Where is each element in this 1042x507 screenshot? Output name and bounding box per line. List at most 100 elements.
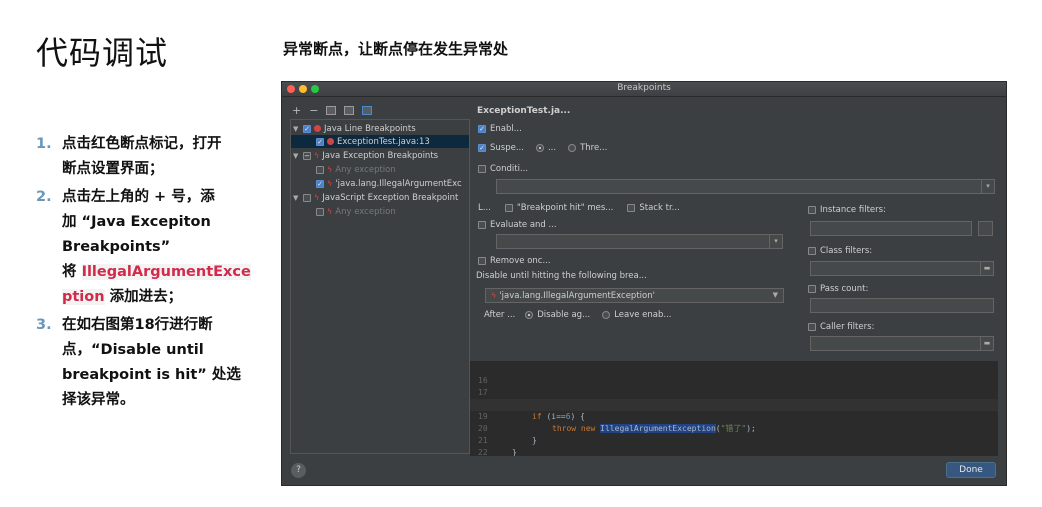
- leave-enabled-radio[interactable]: [602, 311, 611, 319]
- expand-arrow-icon[interactable]: ▼: [293, 125, 300, 133]
- suspend-checkbox[interactable]: ✓: [478, 144, 486, 152]
- option-label: ...: [547, 143, 557, 153]
- pass-count-checkbox[interactable]: [808, 285, 816, 293]
- step-number: 2.: [36, 189, 52, 205]
- tree-node-label: Any exception: [335, 164, 396, 175]
- line-number: 22: [478, 448, 488, 456]
- tree-node-illegal-argument[interactable]: ✓ ϟ 'java.lang.IllegalArgumentExc: [316, 177, 462, 190]
- evaluate-checkbox[interactable]: [478, 221, 486, 229]
- js-any-exception-checkbox[interactable]: [316, 207, 324, 216]
- folder-icon[interactable]: ▬: [980, 262, 993, 275]
- option-label: Evaluate and ...: [490, 220, 557, 230]
- java-exception-checkbox[interactable]: −: [303, 151, 311, 160]
- step-text: 点，“Disable until: [62, 342, 204, 358]
- code-line-current: 19 throw new IllegalArgumentException("错…: [470, 399, 998, 433]
- help-button[interactable]: ?: [291, 463, 306, 478]
- js-exception-checkbox[interactable]: [303, 193, 311, 202]
- caller-filters-option[interactable]: Caller filters:: [808, 322, 874, 332]
- step-text: 在如右图第18行进行断: [62, 317, 213, 333]
- tree-node-exception-test[interactable]: ✓ ExceptionTest.java:13: [291, 135, 469, 148]
- step-text: 加 “Java Excepiton: [62, 214, 211, 230]
- after-hit-option: After ... Disable ag... Leave enab...: [484, 310, 672, 320]
- suspend-thread-radio[interactable]: [568, 144, 577, 152]
- code-line: 18 if (i==6) {: [470, 387, 998, 421]
- class-filters-checkbox[interactable]: [808, 247, 816, 255]
- step-text-highlight-line: ption 添加进去；: [62, 285, 264, 310]
- disable-until-label: Disable until hitting the following brea…: [476, 271, 647, 281]
- select-value: 'java.lang.IllegalArgumentException': [499, 290, 655, 301]
- step-1: 1. 点击红色断点标记，打开 断点设置界面；: [36, 132, 264, 182]
- class-filters-option[interactable]: Class filters:: [808, 246, 872, 256]
- instance-filters-field[interactable]: [810, 221, 972, 236]
- suspend-option[interactable]: ✓ Suspe... ... Thre...: [478, 143, 607, 153]
- disable-until-select[interactable]: ϟ 'java.lang.IllegalArgumentException' ▼: [485, 288, 784, 303]
- slide-subtitle: 异常断点，让断点停在发生异常处: [283, 40, 509, 58]
- expand-arrow-icon[interactable]: ▼: [293, 152, 300, 160]
- expand-arrow-icon[interactable]: ▼: [293, 194, 300, 202]
- exception-test-checkbox[interactable]: ✓: [316, 137, 324, 146]
- exception-breakpoint-icon: ϟ: [327, 207, 333, 216]
- condition-checkbox[interactable]: [478, 165, 486, 173]
- step-2: 2. 点击左上角的 + 号，添 加 “Java Excepiton Breakp…: [36, 185, 264, 310]
- class-filters-field[interactable]: ▬: [810, 261, 994, 276]
- instance-filters-option[interactable]: Instance filters:: [808, 205, 886, 215]
- option-label: Suspe...: [490, 143, 524, 153]
- tree-node-js-exception[interactable]: ▼ ϟ JavaScript Exception Breakpoint: [293, 191, 458, 204]
- pass-count-option[interactable]: Pass count:: [808, 284, 868, 294]
- caller-filters-field[interactable]: ▬: [810, 336, 994, 351]
- log-option: L... "Breakpoint hit" mes... Stack tr...: [478, 203, 680, 213]
- step-text: 断点设置界面；: [62, 161, 164, 177]
- tree-node-any-exception[interactable]: ϟ Any exception: [316, 163, 396, 176]
- enabled-checkbox[interactable]: ✓: [478, 125, 486, 133]
- condition-option[interactable]: Conditi...: [478, 164, 528, 174]
- evaluate-option[interactable]: Evaluate and ...: [478, 220, 557, 230]
- option-label: Pass count:: [820, 284, 869, 294]
- condition-field[interactable]: ▾: [496, 179, 995, 194]
- done-button[interactable]: Done: [946, 462, 996, 478]
- tree-node-label: JavaScript Exception Breakpoint: [322, 192, 459, 203]
- option-label: Enabl...: [490, 124, 522, 134]
- tree-node-js-any-exception[interactable]: ϟ Any exception: [316, 205, 396, 218]
- disable-again-radio[interactable]: [525, 311, 534, 319]
- option-label: Caller filters:: [820, 322, 875, 332]
- any-exception-checkbox[interactable]: [316, 165, 324, 174]
- tree-node-label: 'java.lang.IllegalArgumentExc: [335, 178, 462, 189]
- tree-node-java-line[interactable]: ▼ ✓ Java Line Breakpoints: [293, 122, 416, 135]
- group-by-class-icon[interactable]: [362, 105, 373, 115]
- code-line: 22 }: [470, 435, 998, 456]
- illegal-argument-checkbox[interactable]: ✓: [316, 179, 324, 188]
- remove-once-checkbox[interactable]: [478, 257, 486, 265]
- instance-filters-checkbox[interactable]: [808, 206, 816, 214]
- option-label: Stack tr...: [639, 203, 680, 213]
- remove-once-option[interactable]: Remove onc...: [478, 256, 551, 266]
- group-by-file-icon[interactable]: [344, 105, 355, 115]
- java-line-checkbox[interactable]: ✓: [303, 124, 311, 133]
- folder-icon[interactable]: ▬: [980, 337, 993, 350]
- chevron-down-icon[interactable]: ▾: [769, 235, 782, 248]
- tree-node-java-exception[interactable]: ▼ − ϟ Java Exception Breakpoints: [293, 149, 438, 162]
- step-text: 添加进去；: [104, 289, 183, 305]
- stack-trace-checkbox[interactable]: [627, 204, 636, 212]
- caller-filters-checkbox[interactable]: [808, 323, 816, 331]
- evaluate-field[interactable]: ▾: [496, 234, 783, 249]
- step-3: 3. 在如右图第18行进行断 点，“Disable until breakpoi…: [36, 313, 264, 413]
- chevron-down-icon[interactable]: ▾: [981, 180, 994, 193]
- suspend-all-radio[interactable]: [535, 144, 544, 152]
- tree-node-label: Any exception: [335, 206, 396, 217]
- exception-breakpoint-icon: ϟ: [327, 179, 333, 188]
- pass-count-field[interactable]: [810, 298, 994, 313]
- chevron-down-icon: ▼: [772, 291, 778, 299]
- step-number: 1.: [36, 136, 52, 152]
- add-breakpoint-button[interactable]: +: [292, 104, 301, 117]
- tree-node-label: Java Exception Breakpoints: [322, 150, 439, 161]
- highlight-exception-name: ption: [62, 289, 105, 305]
- enabled-option[interactable]: ✓ Enabl...: [478, 124, 522, 134]
- instruction-steps: 1. 点击红色断点标记，打开 断点设置界面； 2. 点击左上角的 + 号，添 加…: [36, 132, 264, 416]
- log-hit-checkbox[interactable]: [504, 204, 513, 212]
- line-breakpoint-icon: [314, 125, 321, 132]
- code-line: 21 }: [470, 423, 998, 456]
- window-titlebar: Breakpoints: [282, 82, 1006, 97]
- remove-breakpoint-button[interactable]: −: [309, 104, 318, 117]
- group-by-package-icon[interactable]: [326, 105, 337, 115]
- instance-filters-browse-button[interactable]: [978, 221, 993, 236]
